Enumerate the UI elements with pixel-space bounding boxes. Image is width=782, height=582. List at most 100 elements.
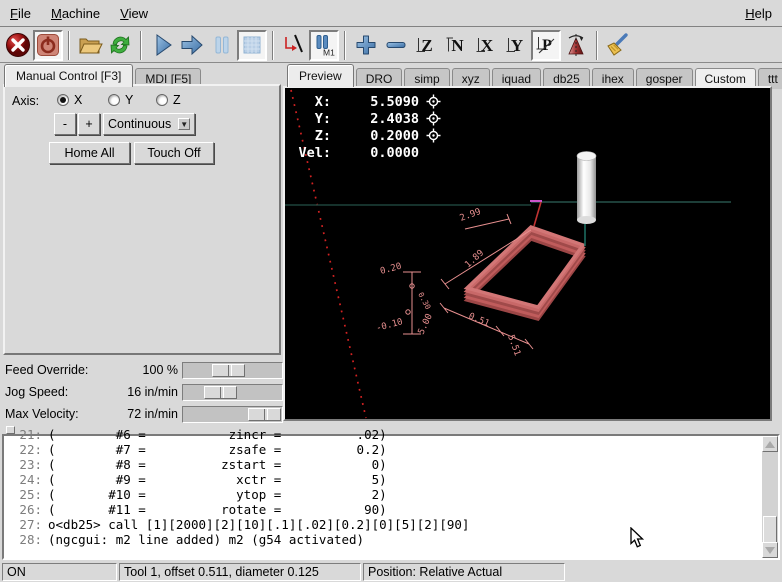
dim-x-total: 5.51 xyxy=(505,334,522,358)
menu-machine[interactable]: Machine xyxy=(41,2,110,25)
gcode-display[interactable]: 21:( #6 = zincr = .02) 22:( #7 = zsafe =… xyxy=(2,434,780,560)
svg-text:N: N xyxy=(451,36,464,55)
view-x-icon: X xyxy=(473,32,499,58)
view-perspective-icon: P xyxy=(534,33,558,57)
view-perspective-button[interactable]: P xyxy=(531,30,561,61)
triangle-down-icon xyxy=(765,547,775,554)
skip-lines-toggle[interactable] xyxy=(279,30,309,61)
zoom-in-button[interactable] xyxy=(351,30,381,61)
touch-off-button[interactable]: Touch Off xyxy=(134,142,214,164)
open-file-icon xyxy=(77,32,103,58)
feed-override-slider[interactable] xyxy=(182,362,283,379)
scroll-down-button[interactable] xyxy=(762,542,778,558)
dim-x-left: 5.00 xyxy=(417,312,435,336)
stop-icon xyxy=(240,33,264,57)
gcode-line: 21:( #6 = zincr = .02) xyxy=(10,427,760,442)
scroll-up-button[interactable] xyxy=(762,436,778,452)
dro-row-vel: Vel: 0.0000 xyxy=(295,144,441,161)
optional-pause-toggle[interactable]: M1 xyxy=(309,30,339,61)
rotate-view-button[interactable] xyxy=(561,30,591,61)
view-z-button[interactable]: Z xyxy=(411,30,441,61)
feed-override-handle[interactable] xyxy=(212,364,245,377)
step-button[interactable] xyxy=(177,30,207,61)
right-tabs: Preview DRO simp xyz iquad db25 ihex gos… xyxy=(287,64,782,87)
run-button[interactable] xyxy=(147,30,177,61)
jog-speed-slider[interactable] xyxy=(182,384,283,401)
preview-canvas[interactable]: 2.99 1.89 0.20 0.30 -0.10 5.00 0.51 5.51… xyxy=(285,88,770,419)
run-icon xyxy=(149,32,175,58)
view-y-button[interactable]: Y xyxy=(501,30,531,61)
dim-top: 2.99 xyxy=(459,207,483,224)
dro-row-y: Y: 2.4038 xyxy=(295,110,441,127)
dim-x-seg: 0.51 xyxy=(467,312,491,330)
view-x-button[interactable]: X xyxy=(471,30,501,61)
homed-icon xyxy=(426,128,441,143)
estop-icon xyxy=(5,32,31,58)
open-file-button[interactable] xyxy=(75,30,105,61)
gcode-line: 25:( #10 = ytop = 2) xyxy=(10,487,760,502)
toolbar-separator xyxy=(596,31,598,60)
m1-label: M1 xyxy=(323,48,335,58)
radio-x-indicator[interactable] xyxy=(57,94,69,106)
jog-plus-button[interactable]: + xyxy=(78,113,100,135)
radio-z-indicator[interactable] xyxy=(156,94,168,106)
reload-icon xyxy=(107,32,133,58)
max-velocity-handle[interactable] xyxy=(248,408,281,421)
svg-text:Y: Y xyxy=(511,36,523,55)
dro-row-x: X: 5.5090 xyxy=(295,93,441,110)
gcode-line: 24:( #9 = xctr = 5) xyxy=(10,472,760,487)
toolbar-separator xyxy=(140,31,142,60)
menu-help[interactable]: Help xyxy=(735,2,782,25)
tool-info-status: Tool 1, offset 0.511, diameter 0.125 xyxy=(119,563,361,581)
reload-button[interactable] xyxy=(105,30,135,61)
machine-state-status: ON xyxy=(2,563,117,581)
mouse-cursor xyxy=(630,527,645,549)
manual-control-panel: Axis: X Y Z - + Continuous ▼ Home All To… xyxy=(3,84,281,355)
statusbar: ON Tool 1, offset 0.511, diameter 0.125 … xyxy=(0,561,782,582)
svg-text:X: X xyxy=(481,36,494,55)
axis-label: Axis: xyxy=(12,94,39,108)
skip-lines-icon xyxy=(281,32,307,58)
jog-mode-dropdown[interactable]: Continuous ▼ xyxy=(103,113,195,135)
tool-path xyxy=(467,227,583,319)
machine-power-button[interactable] xyxy=(33,30,63,61)
radio-axis-y[interactable]: Y xyxy=(108,93,133,107)
triangle-up-icon xyxy=(765,441,775,448)
pause-icon xyxy=(209,32,235,58)
gcode-line: 26:( #11 = rotate = 90) xyxy=(10,502,760,517)
radio-y-indicator[interactable] xyxy=(108,94,120,106)
radio-axis-x[interactable]: X xyxy=(57,93,82,107)
jog-speed-handle[interactable] xyxy=(204,386,237,399)
tab-manual-control[interactable]: Manual Control [F3] xyxy=(4,64,133,87)
gcode-line: 28:(ngcgui: m2 line added) m2 (g54 activ… xyxy=(10,532,760,547)
estop-button[interactable] xyxy=(3,30,33,61)
menu-file[interactable]: File xyxy=(0,2,41,25)
feed-override-label: Feed Override: xyxy=(5,363,88,377)
menu-view[interactable]: View xyxy=(110,2,158,25)
menubar: File Machine View Help xyxy=(0,0,782,27)
view-z-rotated-icon: N xyxy=(443,32,469,58)
tab-preview[interactable]: Preview xyxy=(287,64,354,87)
max-velocity-slider[interactable] xyxy=(182,406,283,423)
clear-plot-icon xyxy=(605,32,631,58)
jog-mode-value: Continuous xyxy=(108,117,171,131)
toolbar-separator xyxy=(344,31,346,60)
zoom-out-icon xyxy=(383,32,409,58)
radio-axis-z[interactable]: Z xyxy=(156,93,181,107)
dim-z-top: 0.20 xyxy=(379,262,403,277)
gcode-line: 27:o<db25> call [1][2000][2][10][.1][.02… xyxy=(10,517,760,532)
clear-plot-button[interactable] xyxy=(603,30,633,61)
homed-icon xyxy=(426,111,441,126)
zoom-out-button[interactable] xyxy=(381,30,411,61)
pause-button[interactable] xyxy=(207,30,237,61)
max-velocity-label: Max Velocity: xyxy=(5,407,79,421)
stop-button[interactable] xyxy=(237,30,267,61)
gcode-line: 22:( #7 = zsafe = 0.2) xyxy=(10,442,760,457)
svg-text:Z: Z xyxy=(421,36,432,55)
view-y-icon: Y xyxy=(503,32,529,58)
home-all-button[interactable]: Home All xyxy=(49,142,130,164)
jog-minus-button[interactable]: - xyxy=(54,113,76,135)
jog-speed-value: 16 in/min xyxy=(98,385,178,399)
gcode-scrollbar[interactable] xyxy=(762,436,778,558)
view-z-rotated-button[interactable]: N xyxy=(441,30,471,61)
